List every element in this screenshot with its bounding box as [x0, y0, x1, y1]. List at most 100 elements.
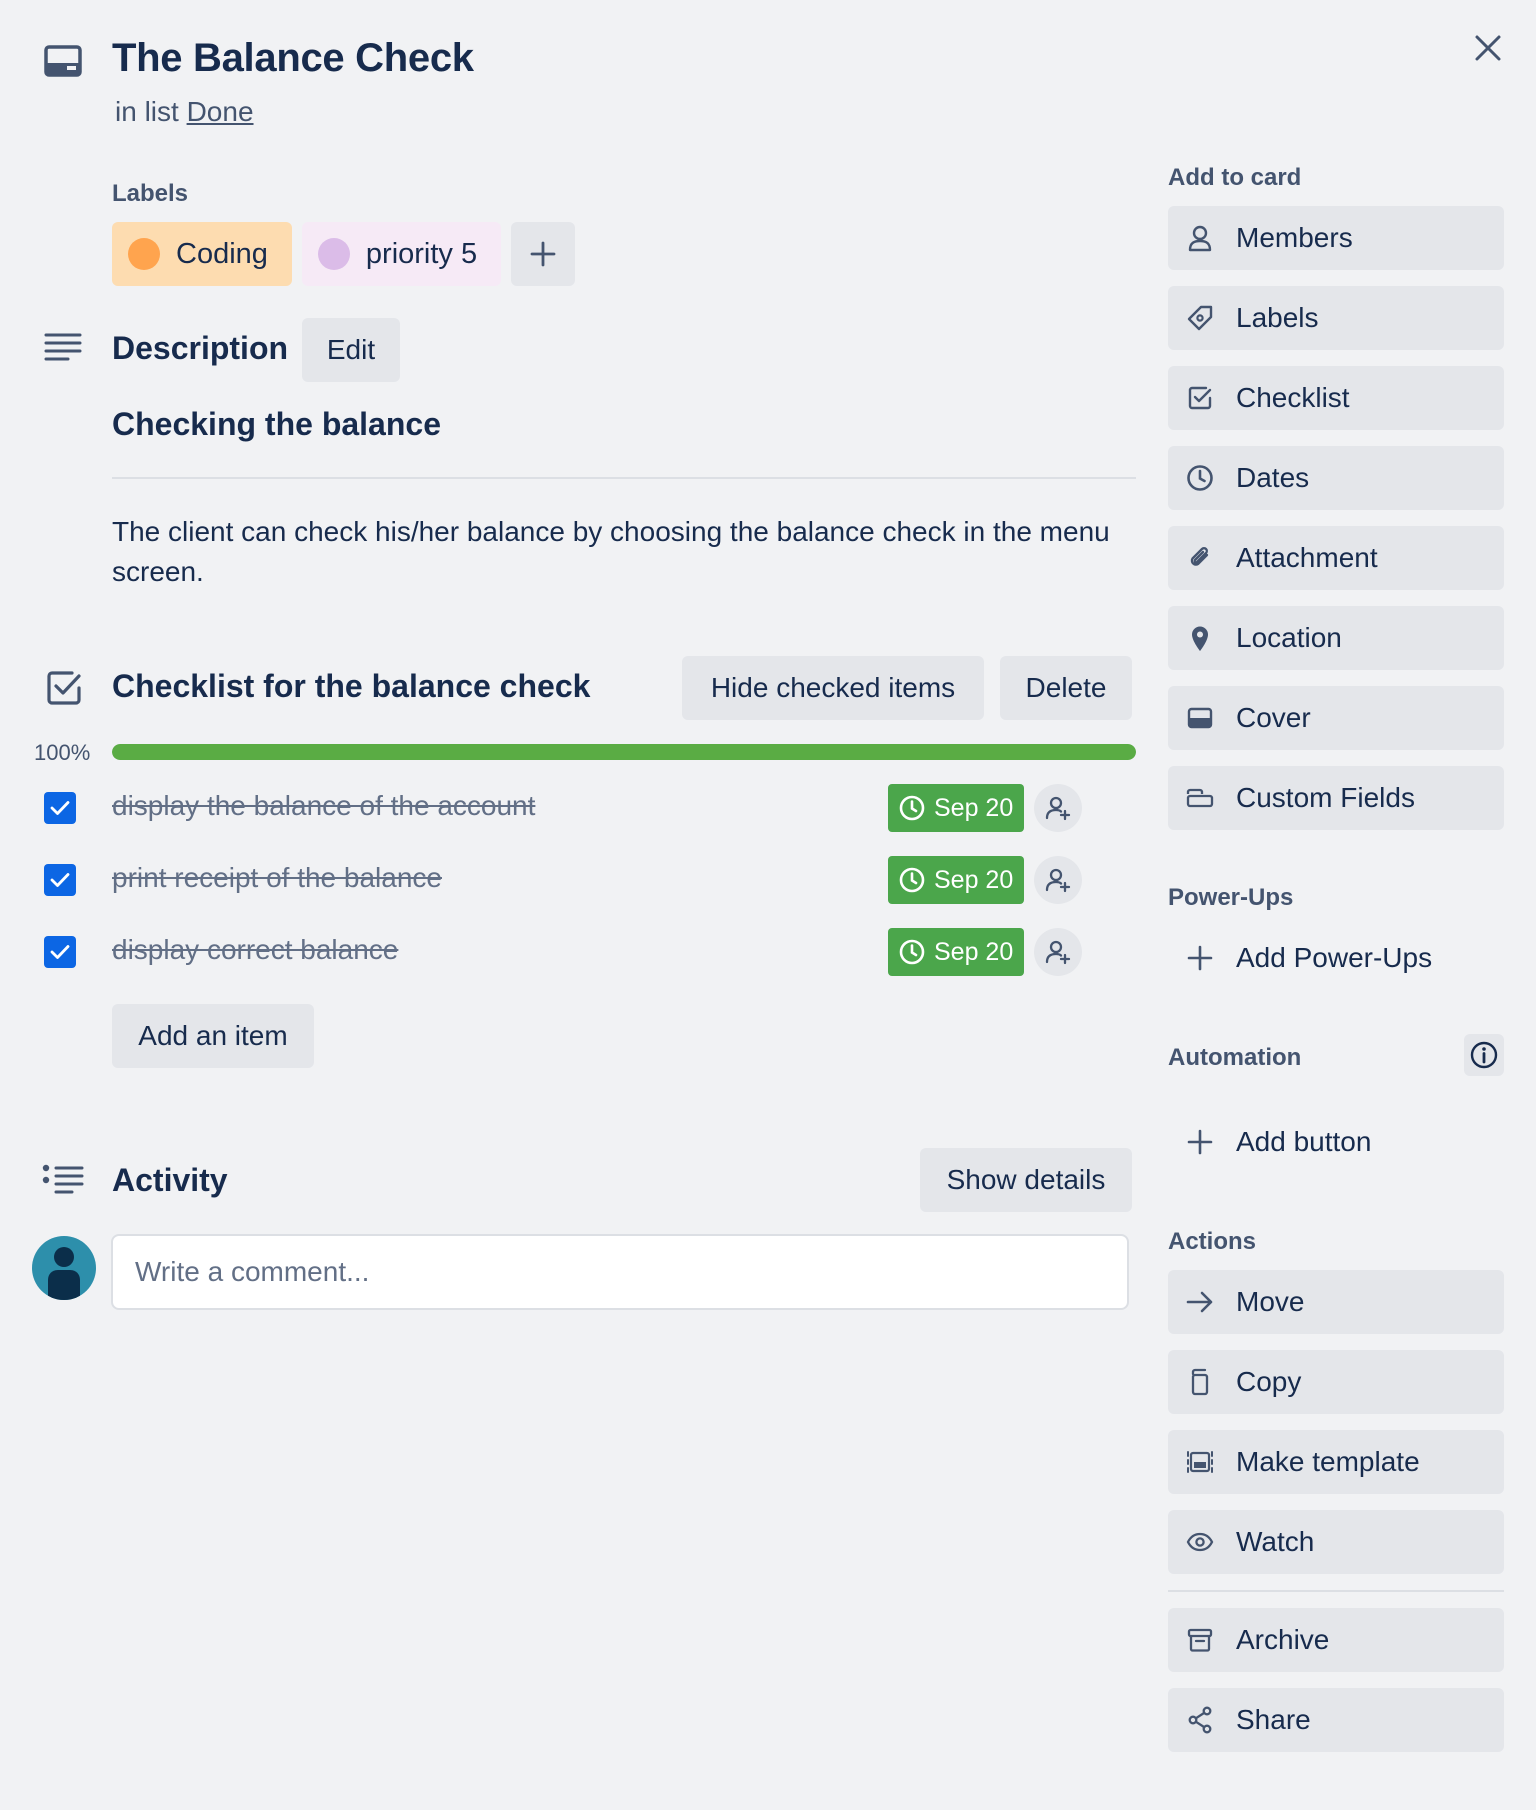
share-button[interactable]: Share: [1168, 1688, 1504, 1752]
dates-label: Dates: [1236, 462, 1310, 493]
arrow-right-icon: [1186, 1288, 1214, 1316]
assign-member-button[interactable]: [1034, 856, 1082, 904]
avatar[interactable]: [32, 1236, 96, 1300]
add-item-button[interactable]: Add an item: [112, 1004, 314, 1068]
make-template-button[interactable]: Make template: [1168, 1430, 1504, 1494]
clock-icon: [899, 939, 925, 965]
card-icon: [44, 44, 84, 80]
add-member-icon: [1045, 940, 1071, 965]
labels-button[interactable]: Labels: [1168, 286, 1504, 350]
checklist-item: display the balance of the account Sep 2…: [0, 776, 1140, 840]
add-member-icon: [1045, 796, 1071, 821]
person-icon: [1186, 224, 1214, 252]
location-label: Location: [1236, 622, 1342, 653]
dates-button[interactable]: Dates: [1168, 446, 1504, 510]
comment-input[interactable]: [111, 1234, 1129, 1310]
progress-fill: [112, 744, 1136, 760]
card-title[interactable]: The Balance Check: [112, 36, 474, 81]
due-date-badge[interactable]: Sep 20: [888, 784, 1024, 832]
custom-fields-button[interactable]: Custom Fields: [1168, 766, 1504, 830]
copy-icon: [1186, 1368, 1214, 1396]
labels-heading: Labels: [112, 180, 189, 207]
eye-icon: [1186, 1528, 1214, 1556]
clock-icon: [899, 795, 925, 821]
item-text[interactable]: print receipt of the balance: [112, 862, 442, 894]
list-info: in list Done: [115, 96, 254, 128]
actions-divider: [1168, 1590, 1504, 1592]
tag-icon: [1186, 304, 1214, 332]
copy-label: Copy: [1236, 1366, 1302, 1397]
description-icon: [44, 332, 82, 362]
cover-icon: [1186, 704, 1214, 732]
progress-percent: 100%: [34, 740, 91, 765]
checklist-item: display correct balance Sep 20: [0, 920, 1140, 984]
item-checkbox[interactable]: [44, 864, 76, 896]
assign-member-button[interactable]: [1034, 784, 1082, 832]
plus-icon: [1186, 1128, 1214, 1156]
show-details-button[interactable]: Show details: [920, 1148, 1132, 1212]
description-subheading: Checking the balance: [112, 406, 441, 442]
plus-icon: [530, 241, 556, 267]
watch-label: Watch: [1236, 1526, 1315, 1557]
automation-info-button[interactable]: [1464, 1034, 1504, 1076]
activity-icon: [42, 1164, 84, 1196]
checklist-icon: [1186, 384, 1214, 412]
label-coding[interactable]: Coding: [112, 222, 292, 286]
checklist-item: print receipt of the balance Sep 20: [0, 848, 1140, 912]
members-button[interactable]: Members: [1168, 206, 1504, 270]
power-ups-heading: Power-Ups: [1168, 884, 1294, 911]
assign-member-button[interactable]: [1034, 928, 1082, 976]
item-checkbox[interactable]: [44, 792, 76, 824]
check-icon: [50, 945, 70, 959]
labels-label: Labels: [1236, 302, 1319, 333]
move-label: Move: [1236, 1286, 1305, 1317]
move-button[interactable]: Move: [1168, 1270, 1504, 1334]
due-date-badge[interactable]: Sep 20: [888, 928, 1024, 976]
check-icon: [50, 873, 70, 887]
custom-fields-icon: [1186, 784, 1214, 812]
add-label-button[interactable]: [511, 222, 576, 286]
description-heading: Description: [112, 330, 289, 366]
edit-description-button[interactable]: Edit: [302, 318, 400, 382]
checklist-title[interactable]: Checklist for the balance check: [112, 668, 590, 705]
label-color-dot: [128, 238, 160, 270]
archive-label: Archive: [1236, 1624, 1330, 1655]
map-pin-icon: [1186, 624, 1214, 652]
label-color-dot: [317, 238, 350, 270]
add-button-label: Add button: [1236, 1126, 1372, 1157]
item-text[interactable]: display correct balance: [112, 934, 398, 966]
item-checkbox[interactable]: [44, 936, 76, 968]
checklist-button[interactable]: Checklist: [1168, 366, 1504, 430]
description-body[interactable]: The client can check his/her balance by …: [112, 512, 1136, 592]
archive-button[interactable]: Archive: [1168, 1608, 1504, 1672]
info-icon: [1470, 1041, 1498, 1069]
due-date-badge[interactable]: Sep 20: [888, 856, 1024, 904]
watch-button[interactable]: Watch: [1168, 1510, 1504, 1574]
plus-icon: [1186, 944, 1214, 972]
item-text[interactable]: display the balance of the account: [112, 790, 535, 822]
share-label: Share: [1236, 1704, 1311, 1735]
cover-button[interactable]: Cover: [1168, 686, 1504, 750]
add-power-ups-button[interactable]: Add Power-Ups: [1168, 926, 1504, 990]
activity-heading: Activity: [112, 1162, 228, 1198]
delete-checklist-button[interactable]: Delete: [1000, 656, 1132, 720]
label-priority[interactable]: priority 5: [301, 222, 502, 286]
check-icon: [50, 801, 70, 815]
close-button[interactable]: [1460, 20, 1516, 76]
hide-checked-button[interactable]: Hide checked items: [682, 656, 984, 720]
custom-fields-label: Custom Fields: [1236, 782, 1415, 813]
due-date-text: Sep 20: [934, 937, 1014, 966]
label-text: priority 5: [365, 237, 478, 270]
attachment-label: Attachment: [1236, 542, 1378, 573]
location-button[interactable]: Location: [1168, 606, 1504, 670]
copy-button[interactable]: Copy: [1168, 1350, 1504, 1414]
description-divider: [112, 477, 1136, 479]
label-text: Coding: [176, 237, 268, 270]
close-icon: [1475, 35, 1501, 61]
add-automation-button[interactable]: Add button: [1168, 1110, 1504, 1174]
attachment-button[interactable]: Attachment: [1168, 526, 1504, 590]
add-member-icon: [1045, 868, 1071, 893]
automation-heading: Automation: [1168, 1044, 1302, 1071]
list-link[interactable]: Done: [187, 96, 254, 127]
archive-icon: [1186, 1626, 1214, 1654]
